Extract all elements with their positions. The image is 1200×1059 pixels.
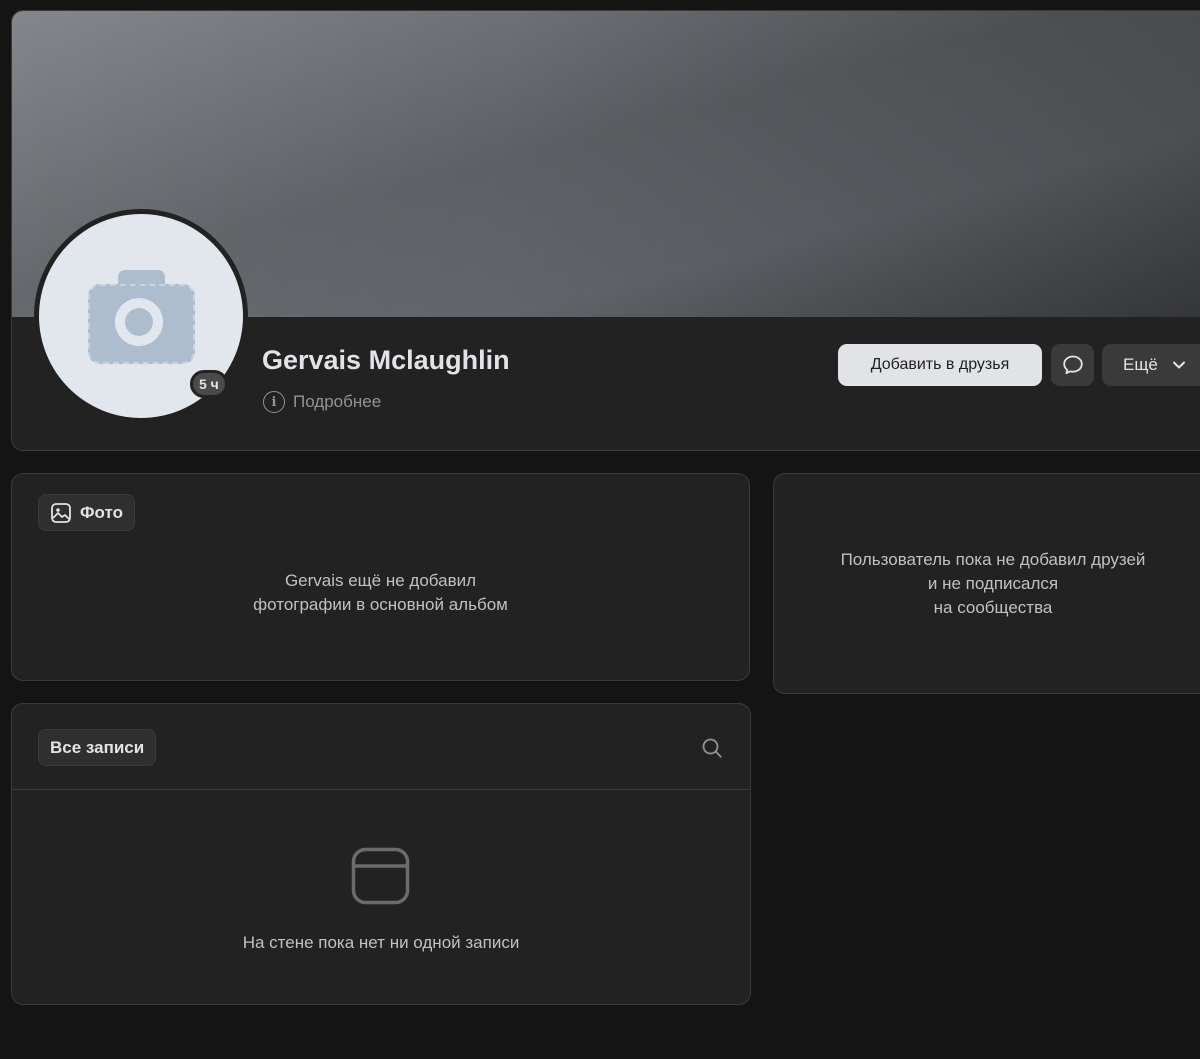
photos-empty-line: фотографии в основной альбом xyxy=(253,595,508,614)
add-friend-button[interactable]: Добавить в друзья xyxy=(838,344,1042,386)
search-icon xyxy=(702,738,722,758)
details-link[interactable]: i Подробнее xyxy=(263,391,381,413)
last-seen-badge: 5 ч xyxy=(190,370,228,398)
friends-section: Пользователь пока не добавил друзей и не… xyxy=(773,473,1200,694)
friends-empty-line: Пользователь пока не добавил друзей xyxy=(840,550,1146,569)
friends-empty-line: и не подписался xyxy=(927,574,1059,593)
image-icon xyxy=(51,502,71,523)
photos-empty-message: Gervais ещё не добавил фотографии в осно… xyxy=(12,569,749,617)
more-button[interactable]: Ещё xyxy=(1102,344,1200,386)
profile-name: Gervais Mclaughlin xyxy=(262,345,510,375)
photos-section: Фото Gervais ещё не добавил фотографии в… xyxy=(11,473,750,681)
friends-empty-line: на сообщества xyxy=(933,598,1053,617)
wall-search-button[interactable] xyxy=(700,736,724,760)
avatar[interactable]: 5 ч xyxy=(34,209,248,423)
details-label: Подробнее xyxy=(293,392,382,411)
wall-divider xyxy=(12,789,750,790)
message-button[interactable] xyxy=(1051,344,1094,386)
post-icon xyxy=(351,847,410,905)
chevron-down-icon xyxy=(1172,361,1185,369)
wall-empty-message: На стене пока нет ни одной записи xyxy=(242,933,520,952)
photos-tab[interactable]: Фото xyxy=(38,494,135,531)
wall-section: Все записи На стене пока нет ни одной за… xyxy=(11,703,751,1005)
photos-empty-line: Gervais ещё не добавил xyxy=(284,571,477,590)
message-bubble-icon xyxy=(1062,355,1083,375)
photos-tab-label: Фото xyxy=(80,502,123,522)
camera-lens xyxy=(115,298,163,346)
wall-filter-all-posts[interactable]: Все записи xyxy=(38,729,157,766)
more-label: Ещё xyxy=(1123,355,1158,374)
info-icon: i xyxy=(263,391,285,413)
friends-empty-message: Пользователь пока не добавил друзей и не… xyxy=(774,548,1200,620)
profile-header: 5 ч Gervais Mclaughlin i Подробнее Добав… xyxy=(11,10,1200,451)
